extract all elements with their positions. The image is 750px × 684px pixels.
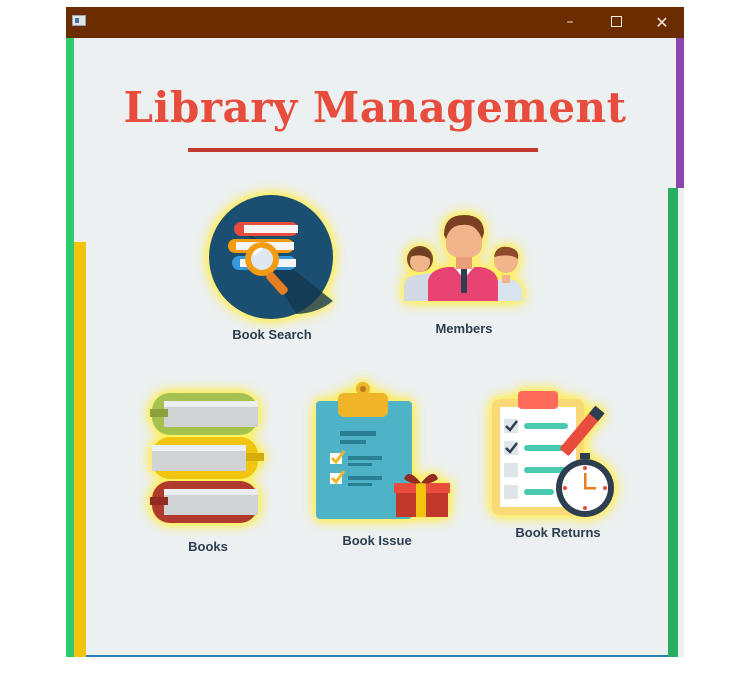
members-group-icon: [404, 215, 522, 301]
app-icon: [72, 15, 86, 26]
books-label: Books: [188, 539, 228, 554]
book-returns-button[interactable]: Book Returns: [488, 387, 628, 547]
left-yellow-stripe: [74, 242, 86, 657]
book-search-button[interactable]: Book Search: [206, 191, 336, 342]
close-button[interactable]: ✕: [639, 7, 684, 38]
members-label: Members: [435, 321, 493, 336]
title-underline: [188, 148, 538, 152]
books-button[interactable]: Books: [138, 381, 278, 556]
clipboard-gift-icon: [316, 382, 450, 519]
magnifier-books-icon: [209, 195, 333, 319]
book-search-label: Book Search: [232, 327, 312, 342]
book-issue-label: Book Issue: [342, 533, 412, 548]
bottom-divider: [86, 655, 668, 657]
books-stack-icon: [150, 393, 264, 523]
maximize-icon: [610, 15, 622, 27]
page-title: Library Management: [123, 83, 627, 132]
members-button[interactable]: Members: [396, 207, 531, 337]
right-green-stripe: [668, 188, 678, 657]
app-window: – ✕ Library Management Book Search Membe…: [66, 7, 684, 657]
book-issue-button[interactable]: Book Issue: [304, 379, 454, 549]
window-titlebar[interactable]: – ✕: [66, 7, 684, 38]
maximize-button[interactable]: [593, 7, 639, 38]
checklist-clock-icon: [492, 391, 614, 517]
minimize-button[interactable]: –: [547, 7, 593, 38]
book-returns-label: Book Returns: [515, 525, 601, 540]
